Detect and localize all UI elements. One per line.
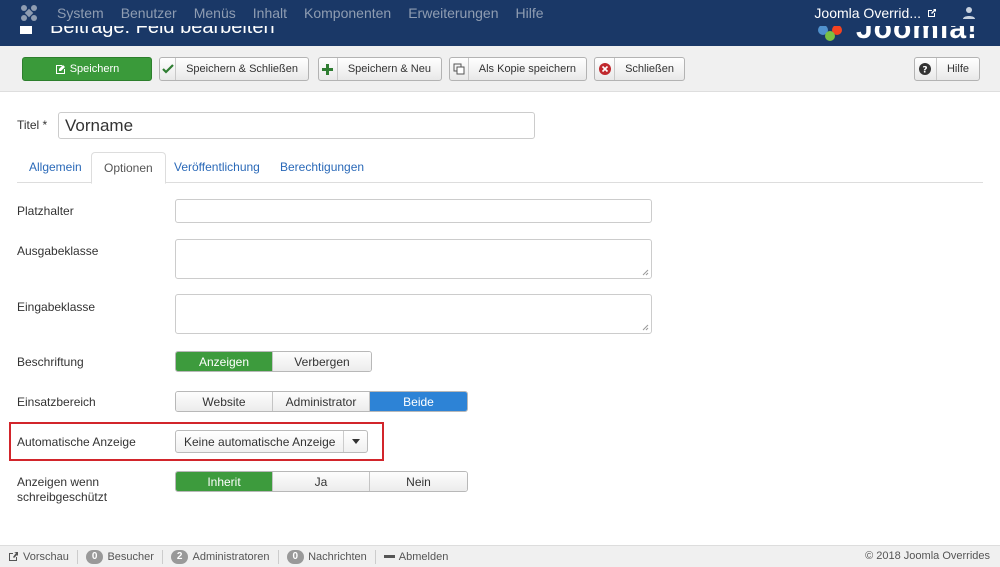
- caption-hide-option[interactable]: Verbergen: [273, 352, 371, 371]
- tab-bar: Allgemein Optionen Veröffentlichung Bere…: [17, 152, 983, 184]
- site-link[interactable]: Joomla Overrid...: [814, 5, 921, 21]
- external-link-icon: [9, 552, 18, 561]
- auto-display-select[interactable]: Keine automatische Anzeige: [175, 430, 368, 453]
- menu-help[interactable]: Hilfe: [515, 5, 543, 21]
- admins-badge: 2: [170, 549, 189, 564]
- plus-icon: [319, 58, 338, 80]
- scope-both-option[interactable]: Beide: [370, 392, 467, 411]
- question-icon: ?: [915, 58, 937, 80]
- output-class-label: Ausgabeklasse: [17, 244, 99, 258]
- caption-toggle: Anzeigen Verbergen: [175, 351, 372, 372]
- close-button[interactable]: Schließen: [594, 57, 685, 81]
- scope-administrator-option[interactable]: Administrator: [273, 392, 370, 411]
- caption-label: Beschriftung: [17, 355, 84, 369]
- external-link-icon: [928, 9, 936, 17]
- scope-label: Einsatzbereich: [17, 395, 96, 409]
- readonly-toggle: Inherit Ja Nein: [175, 471, 468, 492]
- readonly-label: Anzeigen wenn schreibgeschützt: [17, 475, 108, 504]
- tab-publishing[interactable]: Veröffentlichung: [162, 152, 272, 183]
- navbar-right: Joomla Overrid...: [814, 5, 976, 21]
- placeholder-label: Platzhalter: [17, 204, 74, 218]
- menu-users[interactable]: Benutzer: [121, 5, 177, 21]
- page-title: Beiträge: Feld bearbeiten: [50, 26, 275, 38]
- visitors-status[interactable]: 0 Besucher: [78, 549, 163, 564]
- chevron-down-icon[interactable]: [343, 431, 367, 452]
- copyright: © 2018 Joomla Overrides: [865, 550, 990, 562]
- scope-toggle: Website Administrator Beide: [175, 391, 468, 412]
- messages-badge: 0: [286, 549, 305, 564]
- copy-icon: [450, 58, 469, 80]
- main-menu: System Benutzer Menüs Inhalt Komponenten…: [57, 5, 544, 21]
- menu-system[interactable]: System: [57, 5, 104, 21]
- preview-link[interactable]: Vorschau: [0, 549, 78, 564]
- save-button[interactable]: Speichern: [22, 57, 152, 81]
- menu-extensions[interactable]: Erweiterungen: [408, 5, 498, 21]
- readonly-no-option[interactable]: Nein: [370, 472, 467, 491]
- tab-permissions[interactable]: Berechtigungen: [268, 152, 376, 183]
- joomla-logo-icon[interactable]: [20, 4, 38, 22]
- admins-status[interactable]: 2 Administratoren: [163, 549, 279, 564]
- logout-link[interactable]: Abmelden: [376, 550, 457, 564]
- title-input[interactable]: Vorname: [58, 112, 535, 139]
- joomla-brand-icon: [818, 26, 842, 41]
- menu-content[interactable]: Inhalt: [253, 5, 287, 21]
- cancel-icon: [595, 58, 616, 80]
- readonly-yes-option[interactable]: Ja: [273, 472, 370, 491]
- scope-website-option[interactable]: Website: [176, 392, 273, 411]
- tab-general[interactable]: Allgemein: [17, 152, 94, 183]
- menu-components[interactable]: Komponenten: [304, 5, 391, 21]
- toolbar: Speichern Speichern & Schließen Speicher…: [0, 46, 1000, 92]
- visitors-badge: 0: [85, 549, 104, 564]
- save-copy-button[interactable]: Als Kopie speichern: [449, 57, 587, 81]
- svg-text:?: ?: [923, 66, 928, 76]
- placeholder-input[interactable]: [175, 199, 652, 223]
- top-navbar: System Benutzer Menüs Inhalt Komponenten…: [0, 0, 1000, 26]
- title-label: Titel *: [17, 118, 48, 132]
- help-button[interactable]: ? Hilfe: [914, 57, 980, 81]
- input-class-textarea[interactable]: [175, 294, 652, 334]
- joomla-brand: Joomla!: [855, 26, 978, 45]
- page-header: Beiträge: Feld bearbeiten Joomla!: [0, 26, 1000, 46]
- auto-display-label: Automatische Anzeige: [17, 435, 136, 449]
- minus-icon: [383, 554, 395, 558]
- save-new-button[interactable]: Speichern & Neu: [318, 57, 442, 81]
- menu-menus[interactable]: Menüs: [194, 5, 236, 21]
- edit-icon: [55, 64, 65, 74]
- check-icon: [160, 58, 177, 80]
- output-class-textarea[interactable]: [175, 239, 652, 279]
- auto-display-value: Keine automatische Anzeige: [184, 434, 336, 449]
- tab-options[interactable]: Optionen: [91, 152, 166, 184]
- status-bar: Vorschau 0 Besucher 2 Administratoren 0 …: [0, 545, 1000, 567]
- user-icon[interactable]: [962, 6, 976, 20]
- save-close-button[interactable]: Speichern & Schließen: [159, 57, 309, 81]
- readonly-inherit-option[interactable]: Inherit: [176, 472, 273, 491]
- resize-grip-icon[interactable]: [642, 269, 649, 276]
- caption-show-option[interactable]: Anzeigen: [176, 352, 273, 371]
- messages-status[interactable]: 0 Nachrichten: [279, 549, 376, 564]
- input-class-label: Eingabeklasse: [17, 300, 96, 314]
- resize-grip-icon[interactable]: [642, 324, 649, 331]
- page-title-icon: [20, 26, 32, 34]
